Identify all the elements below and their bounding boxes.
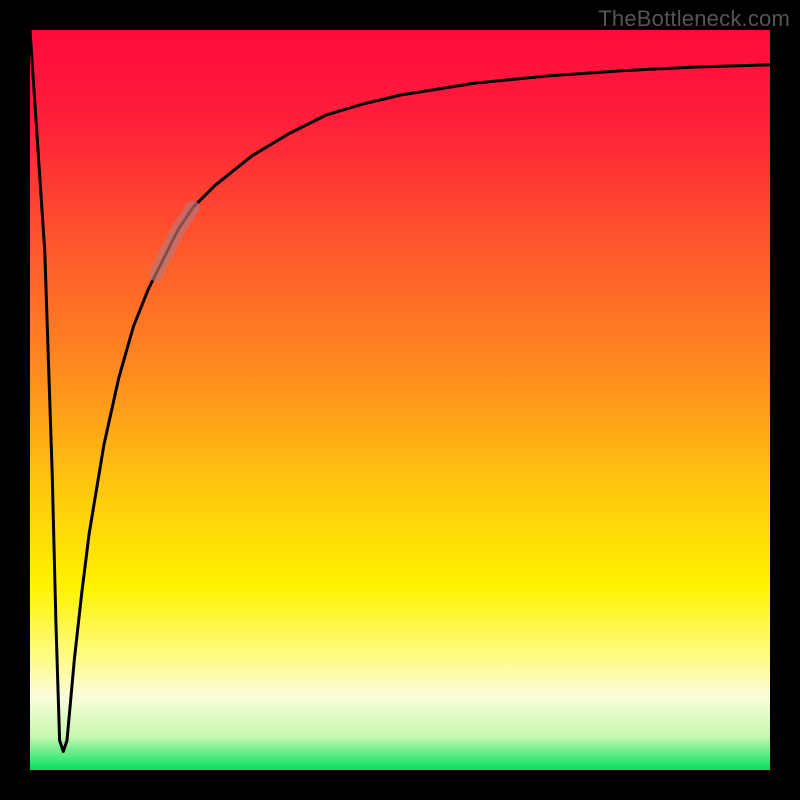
- chart-container: { "watermark": "TheBottleneck.com", "col…: [0, 0, 800, 800]
- chart-gradient-background: [30, 30, 770, 770]
- watermark-text: TheBottleneck.com: [598, 6, 790, 32]
- bottleneck-chart: [0, 0, 800, 800]
